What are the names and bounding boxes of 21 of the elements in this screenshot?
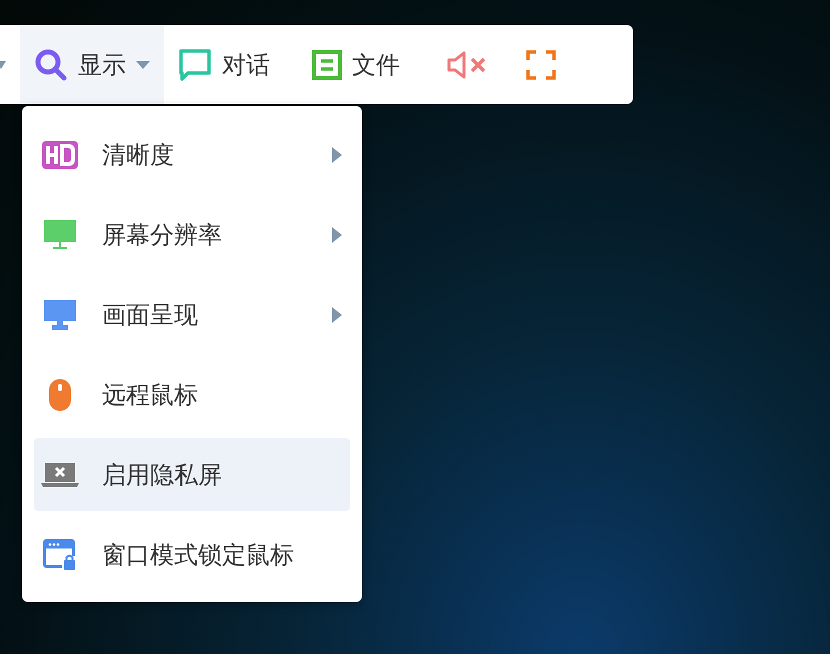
toolbar-button[interactable]: 对话 [164, 25, 298, 104]
monitor-icon [44, 220, 76, 250]
search-icon [34, 48, 68, 82]
toolbar-button[interactable]: 文件 [298, 25, 428, 104]
mouse-icon [49, 378, 71, 410]
menu-item-label: 清晰度 [102, 140, 175, 170]
window-lock-icon [43, 538, 77, 570]
menu-item-label: 窗口模式锁定鼠标 [102, 540, 295, 570]
menu-item-label: 画面呈现 [102, 300, 199, 330]
fullscreen-icon [526, 50, 556, 80]
display-dropdown[interactable]: 显示 [20, 25, 164, 104]
document-icon [312, 50, 342, 80]
menu-item[interactable]: 启用隐私屏 [34, 438, 350, 511]
laptop-close-icon [41, 462, 79, 486]
menu-item-label: 启用隐私屏 [102, 460, 223, 490]
caret-icon [136, 60, 150, 68]
monitor-icon [44, 300, 76, 330]
menu-item-label: 屏幕分辨率 [102, 220, 223, 250]
chat-icon [178, 48, 212, 82]
menu-item-label: 远程鼠标 [102, 380, 199, 410]
hd-icon [42, 140, 78, 168]
